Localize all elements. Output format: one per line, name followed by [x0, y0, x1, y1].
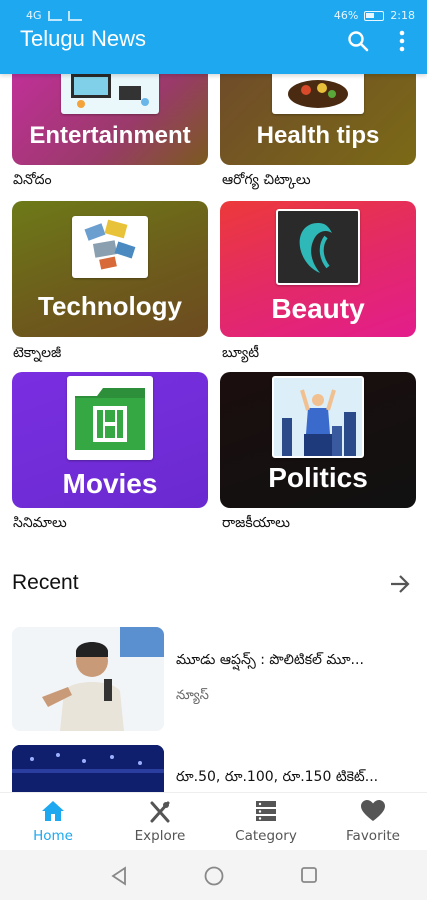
heart-icon [361, 800, 385, 821]
news-source: న్యూస్ [176, 688, 209, 703]
recents-square-icon[interactable] [300, 866, 318, 884]
back-icon[interactable] [110, 866, 128, 886]
category-card-technology[interactable]: Technology [12, 201, 208, 337]
news-title: మూడు ఆప్షన్స్ : పొలిటికల్ మూ... [176, 652, 364, 668]
more-options-icon[interactable] [399, 30, 405, 52]
system-navigation-bar [0, 850, 427, 900]
app-title: Telugu News [20, 26, 146, 51]
news-title: రూ.50, రూ.100, రూ.150 టికెట్... [176, 769, 379, 785]
category-label: Technology [38, 291, 182, 321]
screen: 4G 46% 2:18 Telugu News Entertainment వి… [0, 0, 427, 900]
status-bar: 4G 46% 2:18 [0, 6, 427, 26]
category-label: Entertainment [29, 122, 191, 149]
category-caption: వినోదం [13, 172, 52, 188]
politics-thumbnail [272, 376, 364, 458]
category-card-movies[interactable]: Movies [12, 372, 208, 508]
movies-thumbnail [67, 376, 153, 460]
nav-label: Explore [134, 828, 186, 844]
category-caption: రాజకీయాలు [222, 515, 290, 531]
bottom-navigation: Home Explore Category Favorite [0, 792, 427, 850]
category-label: Movies [62, 468, 158, 499]
nav-label: Favorite [346, 828, 400, 844]
category-caption: టెక్నాలజీ [13, 345, 62, 361]
battery-percent: 46% [333, 9, 359, 22]
politics-figure-icon [282, 389, 356, 456]
category-card-entertainment[interactable]: Entertainment [12, 74, 208, 165]
battery-icon [364, 10, 385, 21]
content-scroll[interactable]: Entertainment వినోదం Health tips ఆరోగ్య … [0, 74, 427, 792]
category-label: Health tips [256, 122, 380, 149]
category-caption: సినిమాలు [13, 515, 67, 531]
news-item[interactable]: మూడు ఆప్షన్స్ : పొలిటికల్ మూ... న్యూస్ [12, 627, 422, 733]
home-circle-icon[interactable] [204, 866, 224, 886]
news-photo-icon [12, 627, 164, 731]
news-item[interactable]: రూ.50, రూ.100, రూ.150 టికెట్... [12, 745, 422, 792]
nav-label: Category [235, 828, 297, 844]
app-bar: 4G 46% 2:18 Telugu News [0, 0, 427, 74]
home-icon [42, 801, 64, 821]
arrow-right-icon[interactable] [389, 574, 411, 594]
technology-thumbnail [72, 216, 148, 278]
network-label: 4G [26, 9, 42, 22]
news-thumbnail [12, 627, 164, 731]
nav-category[interactable]: Category [213, 793, 319, 851]
nav-explore[interactable]: Explore [107, 793, 213, 851]
category-caption: ఆరోగ్య చిట్కాలు [222, 172, 311, 188]
entertainment-thumbnail [61, 74, 159, 114]
signal-icon [47, 10, 62, 21]
clock: 2:18 [390, 9, 415, 22]
category-card-beauty[interactable]: Beauty [220, 201, 416, 337]
film-folder-icon [75, 388, 145, 450]
nav-home[interactable]: Home [0, 793, 106, 851]
category-card-politics[interactable]: Politics [220, 372, 416, 508]
category-icon [256, 801, 276, 821]
category-caption: బ్యూటీ [222, 345, 260, 361]
health-tips-thumbnail [272, 74, 364, 114]
technology-devices-icon [84, 219, 136, 270]
beauty-face-icon [299, 223, 332, 273]
category-label: Beauty [271, 293, 365, 324]
news-photo-icon [12, 745, 164, 792]
food-bowl-icon [288, 80, 348, 108]
category-label: Politics [268, 462, 368, 493]
nav-favorite[interactable]: Favorite [320, 793, 426, 851]
category-card-health-tips[interactable]: Health tips [220, 74, 416, 165]
entertainment-illustration-icon [71, 74, 149, 108]
signal-icon-2 [67, 10, 82, 21]
beauty-thumbnail [276, 209, 360, 285]
nav-label: Home [33, 828, 73, 844]
news-thumbnail [12, 745, 164, 792]
search-icon[interactable] [347, 30, 369, 52]
fork-knife-icon [150, 801, 170, 823]
recent-section-title: Recent [12, 571, 79, 594]
